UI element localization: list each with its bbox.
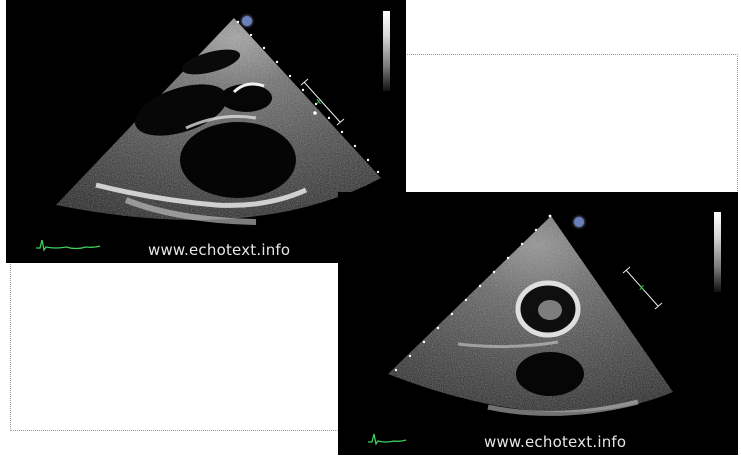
orientation-marker-icon	[574, 217, 584, 227]
orientation-marker-icon	[242, 16, 252, 26]
ultrasound-sector-short-axis: x	[388, 214, 673, 416]
ecg-trace-icon	[36, 239, 101, 252]
watermark: www.echotext.info	[484, 433, 627, 451]
watermark: www.echotext.info	[148, 241, 291, 259]
ecg-trace-icon	[368, 433, 407, 446]
grey-scale-bar-icon	[714, 212, 721, 292]
svg-text:x: x	[316, 97, 322, 107]
echo-image-short-axis: x www.echotext.info	[338, 192, 738, 455]
grey-scale-bar-icon	[383, 11, 390, 91]
svg-text:x: x	[639, 283, 645, 293]
